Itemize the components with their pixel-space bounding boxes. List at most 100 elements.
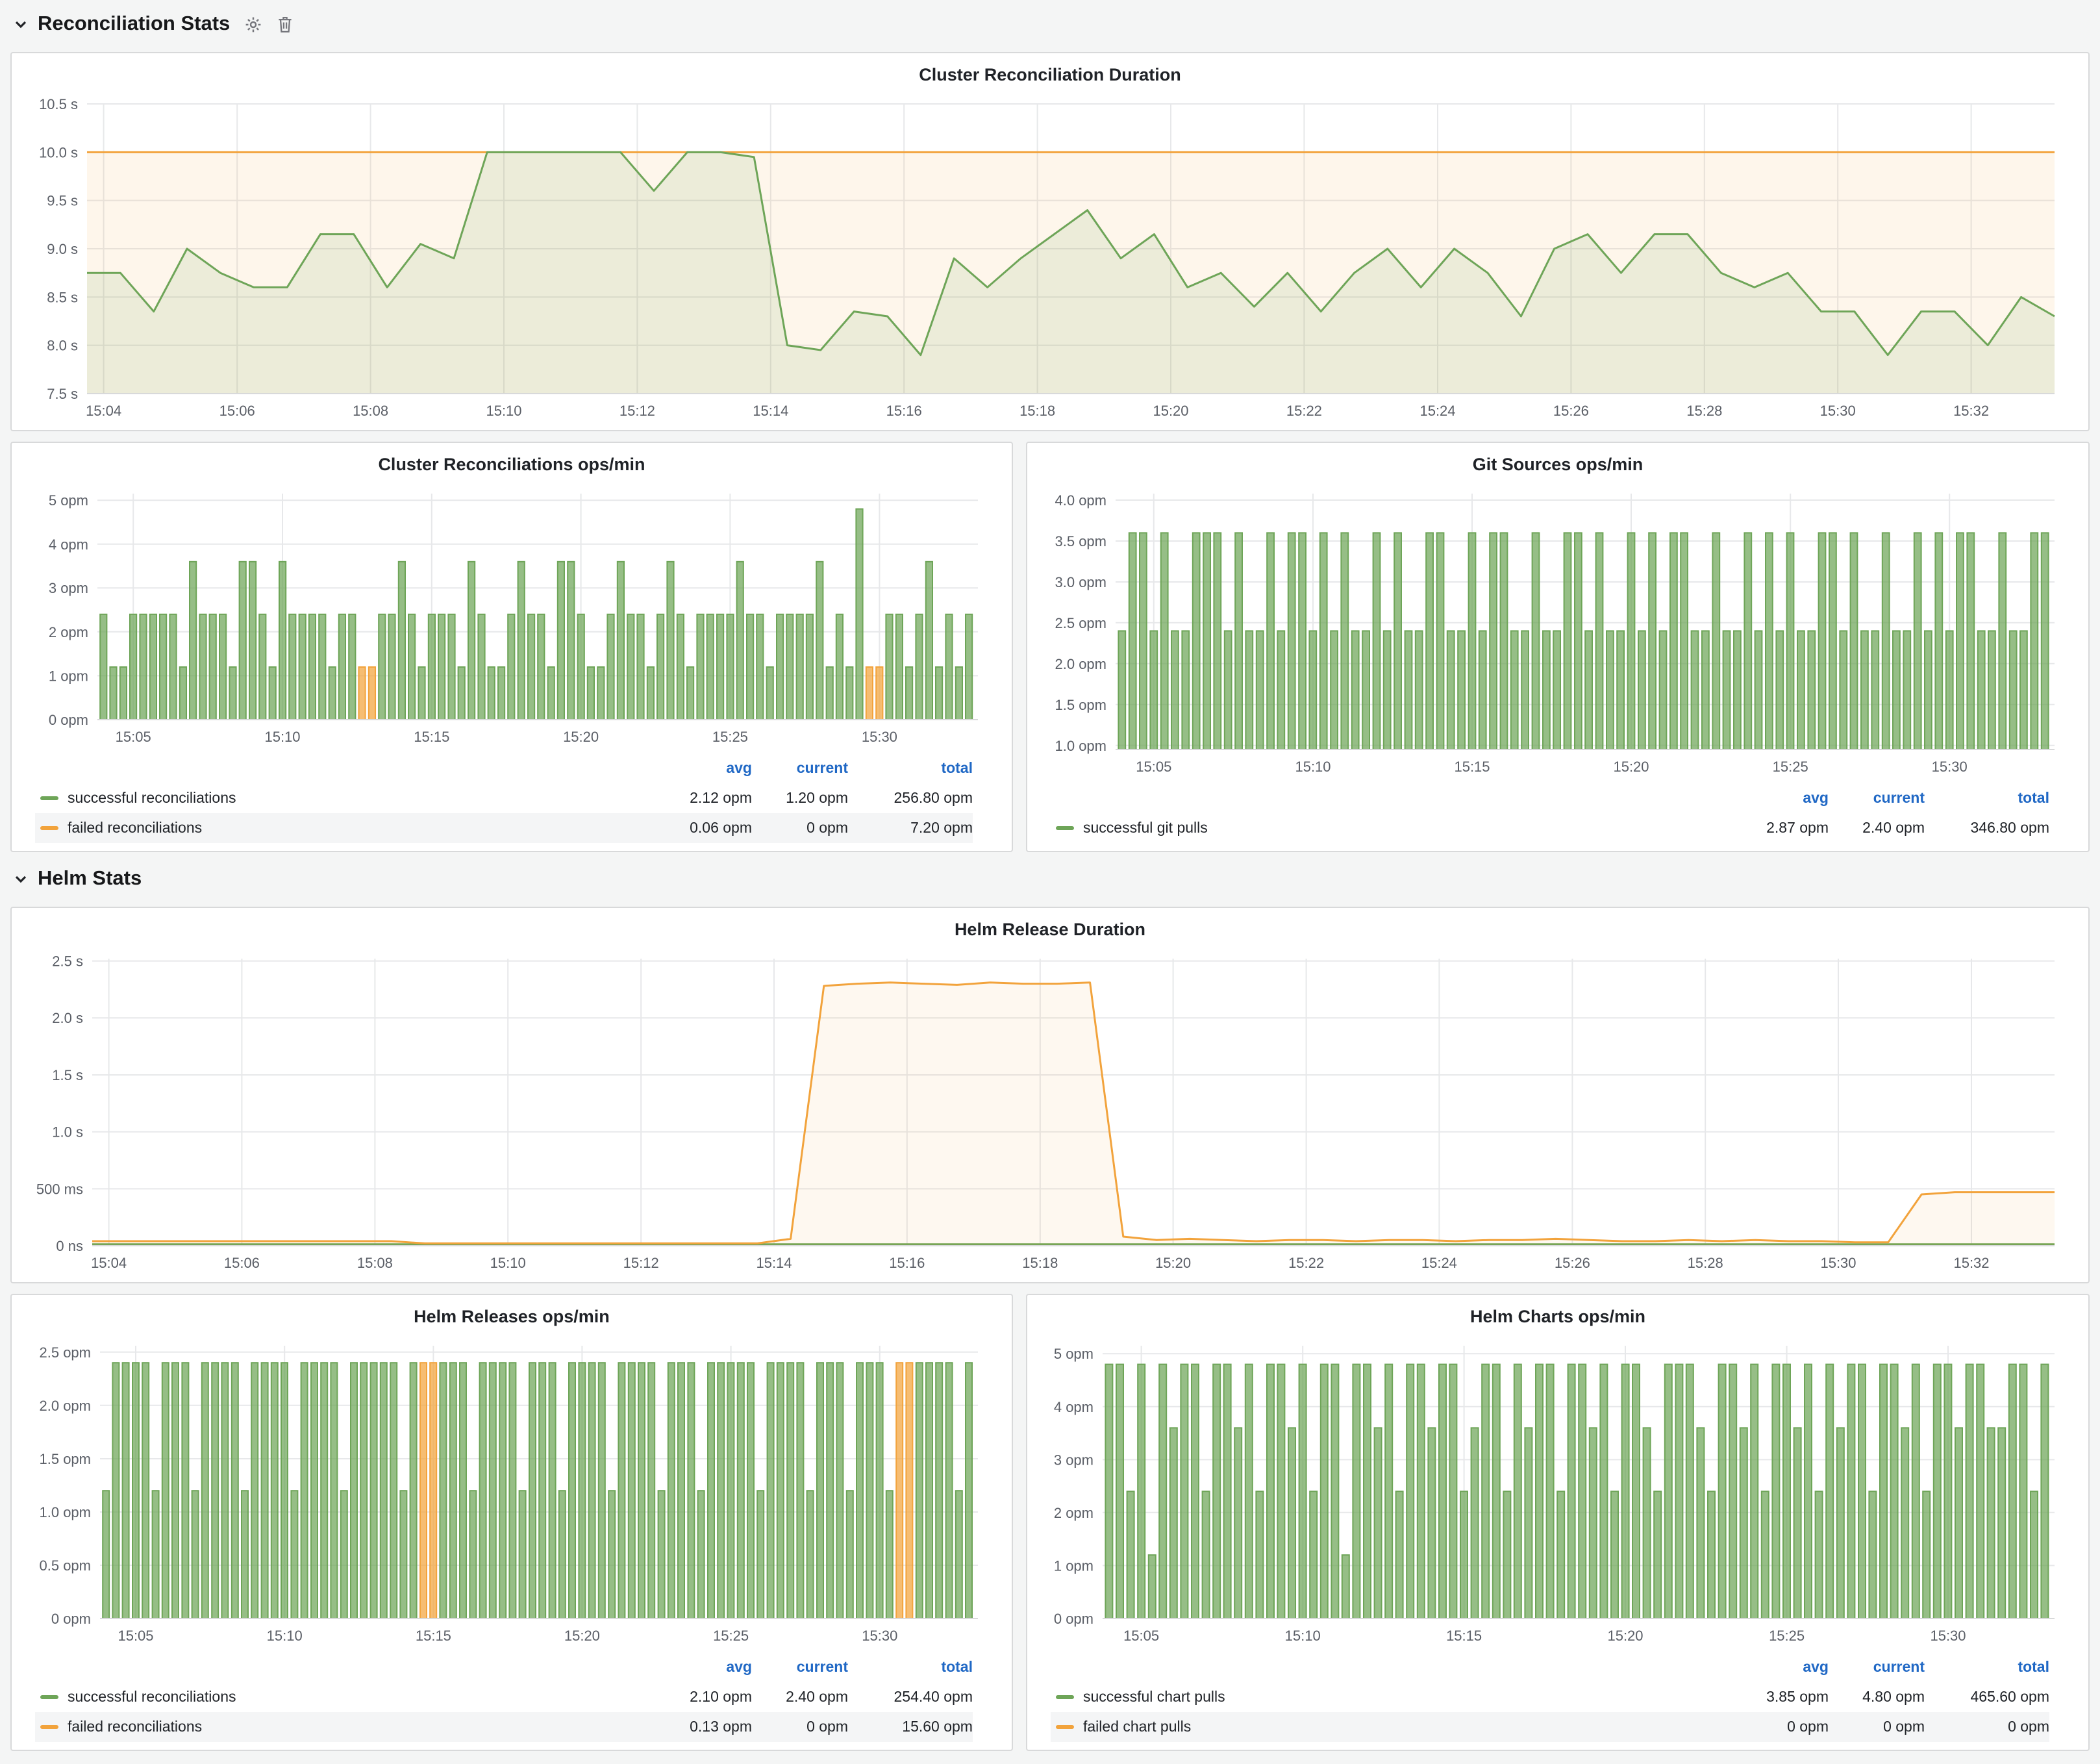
svg-text:4 opm: 4 opm [1054, 1399, 1094, 1415]
svg-text:15:15: 15:15 [416, 1628, 451, 1644]
svg-text:15:10: 15:10 [490, 1255, 526, 1271]
svg-text:15:04: 15:04 [91, 1255, 127, 1271]
panel-title[interactable]: Cluster Reconciliations ops/min [25, 449, 999, 481]
panel-title[interactable]: Helm Charts ops/min [1040, 1302, 2075, 1333]
legend-row-failed-reconciliations: failed reconciliations 0.13 opm 0 opm 15… [35, 1712, 973, 1742]
chart-helm-release-duration[interactable]: 15:0415:0615:0815:1015:1215:1415:1615:18… [25, 946, 2075, 1277]
legend-total-value: 256.80 opm [848, 790, 973, 806]
legend-row-successful-reconciliations: successful reconciliations 2.10 opm 2.40… [35, 1682, 973, 1712]
svg-text:15:30: 15:30 [862, 729, 897, 745]
panel-title[interactable]: Cluster Reconciliation Duration [25, 60, 2075, 91]
chevron-down-icon[interactable] [13, 872, 29, 887]
svg-text:15:05: 15:05 [118, 1628, 153, 1644]
legend-col-avg[interactable]: avg [648, 761, 752, 776]
legend-series-name: failed reconciliations [68, 1719, 202, 1735]
svg-text:15:18: 15:18 [1019, 403, 1055, 419]
svg-text:15:05: 15:05 [116, 729, 151, 745]
legend-series-label[interactable]: successful chart pulls [1051, 1689, 1725, 1705]
panel-title[interactable]: Helm Releases ops/min [25, 1302, 999, 1333]
legend-col-total[interactable]: total [1925, 1659, 2049, 1675]
legend-col-avg[interactable]: avg [648, 1659, 752, 1675]
legend-col-current[interactable]: current [1829, 1659, 1925, 1675]
svg-text:15:22: 15:22 [1286, 403, 1322, 419]
legend: avg current total successful reconciliat… [25, 1650, 999, 1745]
legend-current-value: 2.40 opm [752, 1689, 848, 1705]
legend-total-value: 254.40 opm [848, 1689, 973, 1705]
legend-total-value: 346.80 opm [1925, 820, 2049, 836]
svg-text:15:15: 15:15 [414, 729, 449, 745]
chart-cluster-reconciliation-duration[interactable]: 15:0415:0615:0815:1015:1215:1415:1615:18… [25, 91, 2075, 425]
svg-text:0 opm: 0 opm [1054, 1611, 1094, 1627]
svg-text:15:15: 15:15 [1454, 759, 1490, 775]
panel-title[interactable]: Git Sources ops/min [1040, 449, 2075, 481]
svg-text:1.0 opm: 1.0 opm [1055, 738, 1107, 754]
chart-helm-charts-ops[interactable]: 15:0515:1015:1515:2015:2515:305 opm4 opm… [1040, 1333, 2075, 1650]
row-title-reconciliation-stats[interactable]: Reconciliation Stats [38, 13, 230, 36]
svg-text:15:16: 15:16 [889, 1255, 925, 1271]
svg-text:2.5 opm: 2.5 opm [40, 1344, 92, 1361]
panel-cluster-reconciliation-duration: Cluster Reconciliation Duration 15:0415:… [10, 52, 2090, 431]
svg-text:15:20: 15:20 [564, 1628, 600, 1644]
svg-text:0 opm: 0 opm [51, 1611, 91, 1627]
legend-series-label[interactable]: failed chart pulls [1051, 1719, 1725, 1735]
svg-text:5 opm: 5 opm [1054, 1346, 1094, 1362]
series-color-swatch [40, 796, 58, 800]
legend-current-value: 0 opm [752, 1719, 848, 1735]
svg-text:15:30: 15:30 [1932, 759, 1968, 775]
panel-git-sources-ops: Git Sources ops/min 15:0515:1015:1515:20… [1026, 442, 2090, 852]
legend-total-value: 15.60 opm [848, 1719, 973, 1735]
legend-col-total[interactable]: total [848, 761, 973, 776]
legend-row-successful-reconciliations: successful reconciliations 2.12 opm 1.20… [35, 783, 973, 813]
svg-text:1.5 s: 1.5 s [52, 1067, 83, 1083]
legend-current-value: 4.80 opm [1829, 1689, 1925, 1705]
legend-series-label[interactable]: successful reconciliations [35, 790, 648, 806]
chevron-down-icon[interactable] [13, 17, 29, 32]
svg-text:15:26: 15:26 [1555, 1255, 1590, 1271]
series-color-swatch [1056, 826, 1074, 830]
svg-text:15:10: 15:10 [264, 729, 300, 745]
legend-series-label[interactable]: successful reconciliations [35, 1689, 648, 1705]
svg-text:1.0 opm: 1.0 opm [40, 1504, 92, 1520]
legend-series-name: successful reconciliations [68, 1689, 236, 1705]
svg-text:9.0 s: 9.0 s [47, 241, 78, 257]
legend-header-row: avg current total [1051, 1652, 2049, 1682]
legend-series-label[interactable]: successful git pulls [1051, 820, 1725, 836]
gear-icon[interactable] [244, 16, 262, 34]
legend-series-label[interactable]: failed reconciliations [35, 820, 648, 836]
panel-title[interactable]: Helm Release Duration [25, 914, 2075, 946]
svg-text:15:10: 15:10 [1295, 759, 1331, 775]
legend-col-total[interactable]: total [848, 1659, 973, 1675]
svg-text:8.5 s: 8.5 s [47, 289, 78, 305]
legend-col-current[interactable]: current [752, 761, 848, 776]
chart-helm-releases-ops[interactable]: 15:0515:1015:1515:2015:2515:302.5 opm2.0… [25, 1333, 999, 1650]
legend-col-avg[interactable]: avg [1725, 790, 1829, 806]
svg-text:15:32: 15:32 [1953, 1255, 1989, 1271]
legend-series-name: successful chart pulls [1083, 1689, 1225, 1705]
chart-cluster-reconciliations-ops[interactable]: 15:0515:1015:1515:2015:2515:305 opm4 opm… [25, 481, 999, 751]
trash-icon[interactable] [277, 16, 294, 34]
legend-series-label[interactable]: failed reconciliations [35, 1719, 648, 1735]
row-title-helm-stats[interactable]: Helm Stats [38, 868, 142, 891]
legend-total-value: 0 opm [1925, 1719, 2049, 1735]
svg-text:15:10: 15:10 [1285, 1628, 1321, 1644]
legend-col-avg[interactable]: avg [1725, 1659, 1829, 1675]
svg-text:15:28: 15:28 [1686, 403, 1722, 419]
svg-text:15:18: 15:18 [1022, 1255, 1058, 1271]
legend-avg-value: 0 opm [1725, 1719, 1829, 1735]
svg-text:0 opm: 0 opm [49, 712, 88, 728]
panel-row-reconciliation: Cluster Reconciliations ops/min 15:05 15:… [10, 442, 2090, 852]
svg-text:3 opm: 3 opm [1054, 1452, 1094, 1468]
legend-col-current[interactable]: current [752, 1659, 848, 1675]
svg-text:3.5 opm: 3.5 opm [1055, 533, 1107, 549]
legend-col-total[interactable]: total [1925, 790, 2049, 806]
legend-row-successful-git-pulls: successful git pulls 2.87 opm 2.40 opm 3… [1051, 813, 2049, 843]
svg-text:15:20: 15:20 [563, 729, 599, 745]
svg-text:15:22: 15:22 [1288, 1255, 1324, 1271]
chart-git-sources-ops[interactable]: 15:0515:1015:1515:2015:2515:304.0 opm3.5… [1040, 481, 2075, 781]
legend-avg-value: 0.13 opm [648, 1719, 752, 1735]
svg-text:7.5 s: 7.5 s [47, 386, 78, 402]
legend-col-current[interactable]: current [1829, 790, 1925, 806]
legend-series-name: successful reconciliations [68, 790, 236, 806]
svg-text:15:14: 15:14 [756, 1255, 792, 1271]
svg-text:1.0 s: 1.0 s [52, 1124, 83, 1140]
